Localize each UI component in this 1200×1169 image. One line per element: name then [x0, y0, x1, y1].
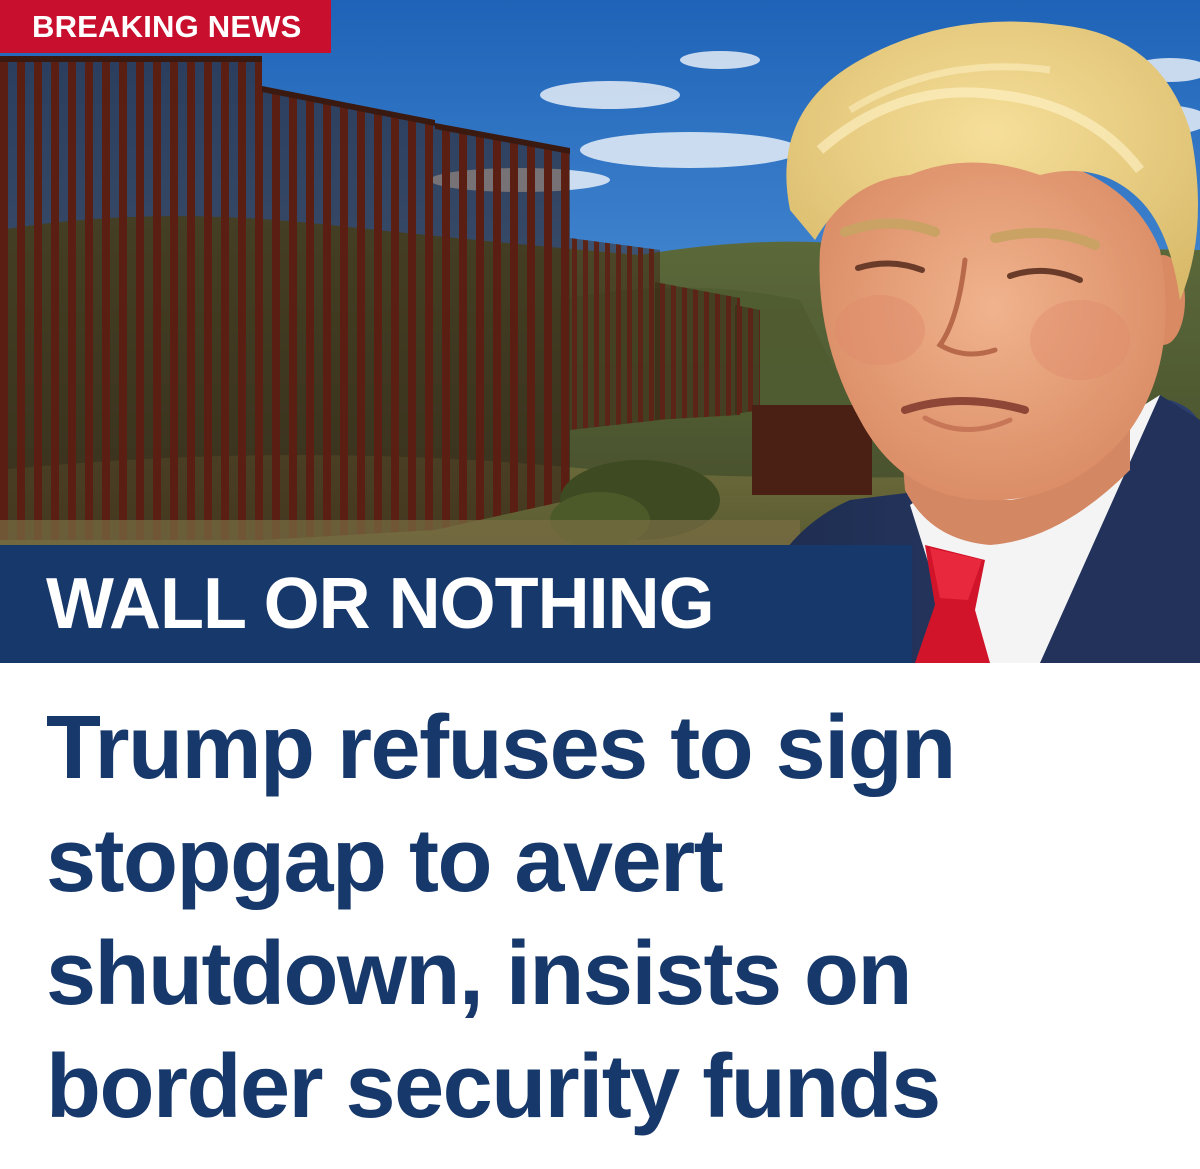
banner-title: WALL OR NOTHING — [46, 564, 715, 644]
headline-line-4: border security funds — [46, 1037, 941, 1137]
headline: Trump refuses to sign stopgap to avert s… — [46, 692, 1166, 1144]
headline-line-3: shutdown, insists on — [46, 924, 913, 1024]
breaking-news-badge: BREAKING NEWS — [0, 0, 331, 53]
headline-banner: WALL OR NOTHING — [0, 545, 912, 663]
hero-image: BREAKING NEWS WALL OR NOTHING — [0, 0, 1200, 663]
headline-line-1: Trump refuses to sign — [46, 698, 956, 798]
news-card: BREAKING NEWS WALL OR NOTHING Trump refu… — [0, 0, 1200, 1169]
headline-line-2: stopgap to avert — [46, 811, 724, 911]
breaking-news-label: BREAKING NEWS — [32, 8, 302, 44]
